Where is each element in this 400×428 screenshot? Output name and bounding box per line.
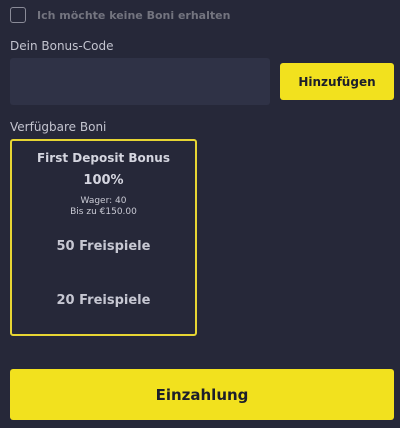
- opt-out-label: Ich möchte keine Boni erhalten: [37, 8, 231, 22]
- bonus-card-max-amount: Bis zu €150.00: [70, 207, 137, 217]
- bonus-card-wager: Wager: 40: [80, 196, 127, 206]
- bonus-card-percent: 100%: [83, 173, 124, 188]
- available-bonuses-label: Verfügbare Boni: [10, 120, 107, 134]
- bonus-card-free-spins-2: 20 Freispiele: [56, 293, 151, 308]
- bonus-card-first-deposit[interactable]: First Deposit Bonus 100% Wager: 40 Bis z…: [10, 139, 197, 336]
- bonus-card-title: First Deposit Bonus: [36, 151, 170, 165]
- add-bonus-code-button[interactable]: Hinzufügen: [280, 63, 394, 100]
- bonus-code-label: Dein Bonus-Code: [10, 39, 114, 53]
- bonus-code-input[interactable]: [10, 58, 270, 105]
- bonus-card-free-spins-1: 50 Freispiele: [56, 239, 151, 254]
- deposit-button[interactable]: Einzahlung: [10, 369, 394, 420]
- opt-out-row[interactable]: Ich möchte keine Boni erhalten: [10, 7, 230, 23]
- opt-out-checkbox[interactable]: [10, 7, 26, 23]
